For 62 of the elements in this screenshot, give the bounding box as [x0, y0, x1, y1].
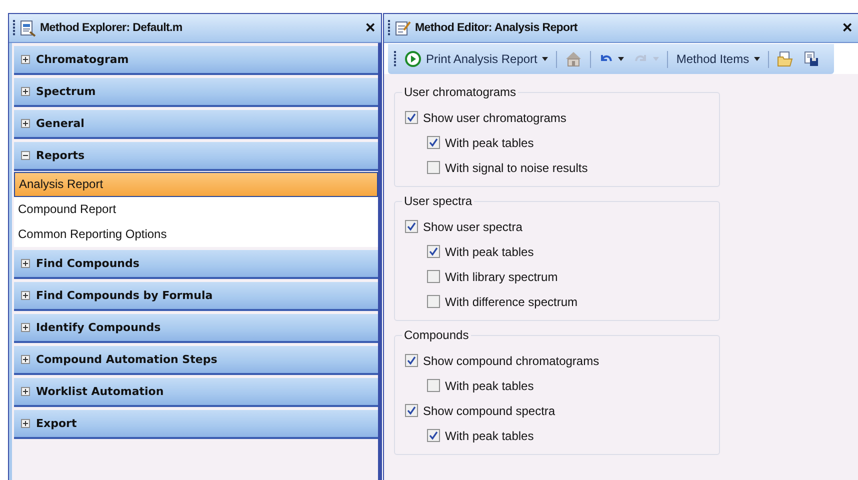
expand-icon[interactable]	[21, 87, 30, 96]
checkbox-option[interactable]: With peak tables	[427, 239, 534, 264]
grip-icon	[388, 20, 391, 36]
play-icon	[405, 51, 421, 67]
checkbox-option[interactable]: With signal to noise results	[427, 155, 588, 180]
section-header[interactable]: Compound Automation Steps	[14, 346, 378, 375]
print-report-button[interactable]: Print Analysis Report	[403, 51, 550, 67]
group-title: Compounds	[402, 328, 471, 342]
section-header[interactable]: Reports	[14, 142, 378, 171]
section-header[interactable]: Export	[14, 410, 378, 439]
expand-icon[interactable]	[21, 355, 30, 364]
checkbox-option[interactable]: Show compound chromatograms	[405, 348, 600, 373]
checkbox[interactable]	[427, 379, 440, 392]
checkbox[interactable]	[427, 270, 440, 283]
checkbox[interactable]	[405, 354, 418, 367]
checkbox[interactable]	[427, 295, 440, 308]
method-items-menu[interactable]: Method Items	[674, 52, 762, 66]
checkbox[interactable]	[427, 161, 440, 174]
list-item[interactable]: Common Reporting Options	[14, 222, 378, 247]
section-header[interactable]: Spectrum	[14, 78, 378, 107]
expand-icon[interactable]	[21, 259, 30, 268]
close-button[interactable]: ×	[365, 18, 375, 38]
section-header[interactable]: Identify Compounds	[14, 314, 378, 343]
expand-icon[interactable]	[21, 119, 30, 128]
section-header[interactable]: Chromatogram	[14, 46, 378, 75]
expand-icon[interactable]	[21, 291, 30, 300]
checkbox-option[interactable]: Show compound spectra	[405, 398, 556, 423]
checkbox[interactable]	[427, 136, 440, 149]
group-title: User spectra	[402, 194, 474, 208]
section-header[interactable]: Find Compounds	[14, 250, 378, 279]
checkbox-option[interactable]: With difference spectrum	[427, 289, 578, 314]
list-item[interactable]: Analysis Report	[14, 172, 378, 197]
checkbox-option[interactable]: With peak tables	[427, 373, 534, 398]
checkbox-option[interactable]: Show user spectra	[405, 214, 522, 239]
checkbox-option[interactable]: Show user chromatograms	[405, 105, 566, 130]
save-icon[interactable]	[804, 51, 820, 67]
checkbox-option[interactable]: With peak tables	[427, 423, 534, 448]
section-header[interactable]: General	[14, 110, 378, 139]
expand-icon[interactable]	[21, 387, 30, 396]
panel-title: Method Editor: Analysis Report	[415, 22, 578, 34]
document-icon	[20, 20, 36, 36]
checkbox[interactable]	[405, 111, 418, 124]
list-item[interactable]: Compound Report	[14, 197, 378, 222]
checkbox-option[interactable]: With library spectrum	[427, 264, 558, 289]
expand-icon[interactable]	[21, 323, 30, 332]
section-header[interactable]: Find Compounds by Formula	[14, 282, 378, 311]
folder-icon[interactable]	[777, 51, 794, 67]
group-title: User chromatograms	[402, 85, 518, 99]
expand-icon[interactable]	[21, 419, 30, 428]
grip-icon	[394, 51, 397, 67]
checkbox[interactable]	[427, 245, 440, 258]
checkbox[interactable]	[405, 220, 418, 233]
checkbox[interactable]	[405, 404, 418, 417]
panel-title: Method Explorer: Default.m	[40, 22, 184, 34]
expand-icon[interactable]	[21, 55, 30, 64]
grip-icon	[13, 20, 16, 36]
section-header[interactable]: Worklist Automation	[14, 378, 378, 407]
checkbox-option[interactable]: With peak tables	[427, 130, 534, 155]
checkbox[interactable]	[427, 429, 440, 442]
close-button[interactable]: ×	[842, 18, 852, 38]
collapse-icon[interactable]	[21, 151, 30, 160]
edit-document-icon	[395, 20, 411, 36]
